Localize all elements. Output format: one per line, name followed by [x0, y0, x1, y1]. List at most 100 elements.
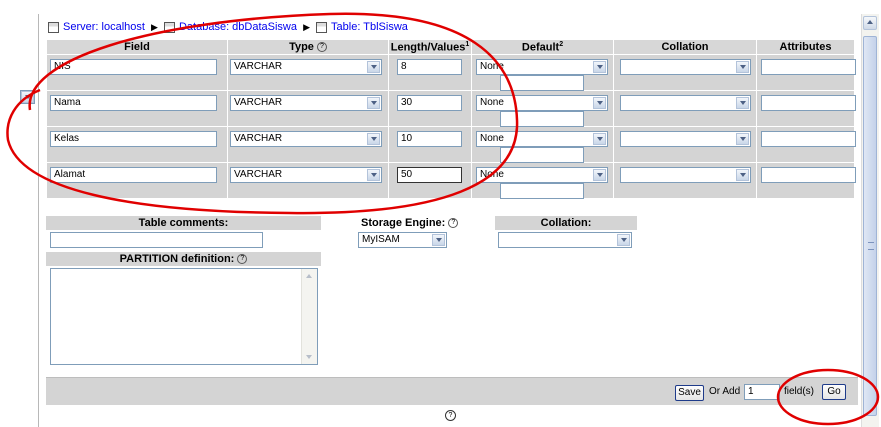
default-value-input[interactable]	[500, 111, 584, 127]
cell-type: VARCHAR	[228, 91, 388, 126]
length-input[interactable]: 8	[397, 59, 462, 75]
cell-attributes	[757, 91, 856, 126]
table-row: Nama VARCHAR 30 None	[47, 91, 856, 127]
help-icon[interactable]: ?	[237, 254, 248, 265]
cell-length: 8	[389, 55, 471, 90]
cell-type: VARCHAR	[228, 127, 388, 162]
collation-select[interactable]	[620, 59, 751, 75]
partition-label: PARTITION definition:?	[46, 252, 321, 266]
collation-select[interactable]	[620, 95, 751, 111]
attributes-select[interactable]	[761, 59, 856, 75]
type-select[interactable]: VARCHAR	[230, 59, 382, 75]
cell-length: 30	[389, 91, 471, 126]
header-collation: Collation	[614, 40, 756, 54]
chevron-down-icon	[593, 169, 606, 181]
default-value-input[interactable]	[500, 75, 584, 91]
cell-attributes	[757, 55, 856, 90]
default-select[interactable]: None	[476, 59, 608, 75]
table-comments-input[interactable]	[50, 232, 263, 248]
partition-textarea[interactable]	[50, 268, 318, 365]
breadcrumb-server-link[interactable]: Server: localhost	[63, 21, 145, 33]
default-select[interactable]: None	[476, 131, 608, 147]
cell-collation	[614, 55, 756, 90]
scroll-up-icon[interactable]	[303, 270, 315, 282]
storage-engine-select[interactable]: MyISAM	[358, 232, 447, 248]
attributes-select[interactable]	[761, 167, 856, 183]
cell-collation	[614, 91, 756, 126]
chevron-down-icon	[367, 133, 380, 145]
default-select[interactable]: None	[476, 167, 608, 183]
chevron-down-icon	[21, 91, 34, 103]
cell-type: VARCHAR	[228, 55, 388, 90]
table-comments-label: Table comments:	[46, 216, 321, 230]
table-row: Alamat VARCHAR 50 None	[47, 163, 856, 199]
fields-label: field(s)	[784, 386, 815, 397]
type-select[interactable]: VARCHAR	[230, 95, 382, 111]
chevron-down-icon	[593, 133, 606, 145]
field-name-input[interactable]: Alamat	[50, 167, 217, 183]
length-input[interactable]: 30	[397, 95, 462, 111]
chevron-down-icon	[736, 169, 749, 181]
type-select[interactable]: VARCHAR	[230, 131, 382, 147]
top-cut-strip	[0, 0, 881, 9]
cell-attributes	[757, 163, 856, 198]
breadcrumb-database-link[interactable]: Database: dbDataSiswa	[179, 21, 297, 33]
fields-table: Field Type? Length/Values1 Default2 Coll…	[46, 39, 856, 199]
default-value-input[interactable]	[500, 147, 584, 163]
scroll-up-icon[interactable]	[863, 16, 877, 30]
cell-field: Nama	[47, 91, 227, 126]
table-row: Kelas VARCHAR 10 None	[47, 127, 856, 163]
cell-type: VARCHAR	[228, 163, 388, 198]
cell-field: Alamat	[47, 163, 227, 198]
left-frame-dropdown[interactable]	[20, 90, 35, 104]
help-icon[interactable]: ?	[316, 42, 327, 53]
attributes-select[interactable]	[761, 95, 856, 111]
breadcrumb: Server: localhost ▶ Database: dbDataSisw…	[48, 21, 408, 35]
field-name-input[interactable]: NIS	[50, 59, 217, 75]
length-input[interactable]: 50	[397, 167, 462, 183]
chevron-down-icon	[593, 97, 606, 109]
help-icon[interactable]: ?	[445, 410, 456, 421]
cell-length: 50	[389, 163, 471, 198]
chevron-down-icon	[432, 234, 445, 246]
textarea-scrollbar[interactable]	[301, 269, 317, 364]
cell-collation	[614, 163, 756, 198]
cell-collation	[614, 127, 756, 162]
help-icon[interactable]: ?	[448, 218, 459, 229]
attributes-select[interactable]	[761, 131, 856, 147]
field-name-input[interactable]: Kelas	[50, 131, 217, 147]
type-select[interactable]: VARCHAR	[230, 167, 382, 183]
collation-label: Collation:	[495, 216, 637, 230]
cell-field: NIS	[47, 55, 227, 90]
cell-length: 10	[389, 127, 471, 162]
database-icon	[163, 21, 175, 33]
storage-engine-label: Storage Engine:?	[361, 217, 459, 229]
table-collation-select[interactable]	[498, 232, 632, 248]
breadcrumb-table-link[interactable]: Table: TblSiswa	[331, 21, 408, 33]
add-fields-count-input[interactable]: 1	[744, 384, 780, 400]
collation-select[interactable]	[620, 167, 751, 183]
cell-default: None	[472, 163, 613, 199]
chevron-down-icon	[367, 97, 380, 109]
field-name-input[interactable]: Nama	[50, 95, 217, 111]
header-field: Field	[47, 40, 227, 54]
server-icon	[48, 21, 59, 33]
scrollbar-grip-icon	[868, 242, 874, 250]
header-type: Type?	[228, 40, 388, 54]
or-add-label: Or Add	[709, 386, 741, 397]
main-scrollbar[interactable]	[861, 14, 879, 427]
scrollbar-thumb[interactable]	[863, 36, 877, 416]
length-input[interactable]: 10	[397, 131, 462, 147]
go-button[interactable]: Go	[822, 384, 846, 400]
chevron-down-icon	[367, 169, 380, 181]
collation-select[interactable]	[620, 131, 751, 147]
chevron-down-icon	[367, 61, 380, 73]
default-select[interactable]: None	[476, 95, 608, 111]
table-icon	[316, 21, 328, 33]
save-button[interactable]: Save	[675, 385, 704, 401]
table-header-row: Field Type? Length/Values1 Default2 Coll…	[47, 40, 854, 54]
cell-default: None	[472, 55, 613, 91]
default-value-input[interactable]	[500, 183, 584, 199]
left-frame	[0, 14, 40, 427]
scroll-down-icon[interactable]	[303, 351, 315, 363]
